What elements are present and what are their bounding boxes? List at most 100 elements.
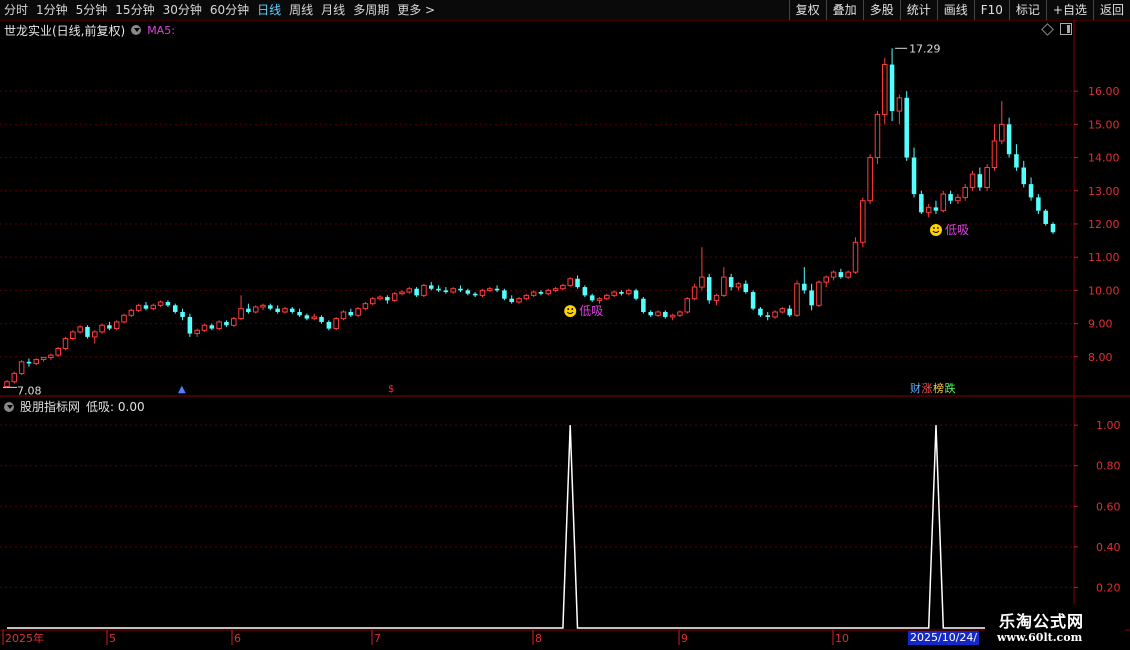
candle-body [619, 292, 624, 294]
candle-body [538, 292, 544, 294]
candle-body [465, 290, 471, 294]
candle-body [369, 298, 376, 305]
candle-body [282, 308, 288, 313]
candle-body [311, 316, 317, 320]
low-mark-label: 7.08 [17, 384, 42, 397]
candle-body [209, 325, 215, 329]
candle-body [436, 288, 441, 291]
candle-body [494, 288, 500, 291]
price-label: 16.00 [1088, 85, 1120, 98]
candle-body [290, 308, 295, 312]
candle-body [479, 289, 486, 296]
candle-body [552, 288, 559, 291]
candle-body [187, 316, 193, 334]
candle-body [48, 354, 54, 358]
event-tag: 榜 [933, 381, 944, 395]
candle-body [779, 308, 786, 313]
candle-body [889, 64, 895, 112]
candle-body [896, 97, 903, 112]
candle-body [399, 291, 405, 295]
candle-body [443, 290, 449, 293]
candle-body [750, 292, 756, 309]
price-label: 9.00 [1088, 318, 1113, 331]
candle-body [948, 194, 953, 201]
candle-body [355, 308, 361, 316]
indicator-axis-label: 0.80 [1096, 460, 1121, 473]
candle-body [919, 194, 924, 213]
candle-body [838, 272, 844, 278]
candle-body [787, 308, 792, 316]
candle-body [845, 271, 851, 278]
candlestick-chart[interactable]: 16.00 15.00 14.00 13.00 12.00 11.00 10.00 9.00 8… [0, 0, 1130, 650]
candle-body [1028, 184, 1034, 198]
indicator-axis-label: 0.60 [1096, 500, 1121, 513]
candle-body [648, 311, 653, 316]
candle-body [663, 311, 668, 317]
candle-body [728, 277, 734, 288]
candle-body [765, 315, 770, 317]
candle-body [377, 296, 383, 300]
candle-body [1036, 197, 1041, 211]
candle-body [55, 348, 61, 356]
indicator-line [7, 425, 1053, 629]
candle-body [216, 321, 222, 330]
candle-body [135, 304, 142, 311]
candle-body [911, 157, 917, 195]
signal-label: 低吸 [945, 223, 969, 237]
candle-body [252, 306, 259, 313]
date-label: 5 [109, 632, 116, 645]
candle-body [874, 113, 881, 159]
candle-body [809, 290, 814, 306]
signal-marker [564, 305, 577, 318]
candle-body [1021, 167, 1027, 185]
candle-body [589, 295, 595, 301]
event-tag: 跌 [945, 381, 956, 395]
candle-body [758, 308, 763, 316]
candle-body [604, 294, 610, 300]
candle-body [530, 291, 537, 296]
watermark-title: 乐淘公式网 [999, 612, 1085, 631]
candle-body [999, 123, 1005, 142]
candle-body [304, 315, 310, 319]
candle-body [802, 283, 807, 291]
price-label: 15.00 [1088, 118, 1120, 131]
candle-body [391, 293, 398, 301]
price-label: 13.00 [1088, 185, 1120, 198]
candle-body [955, 196, 961, 202]
candle-body [85, 326, 90, 337]
indicator-axis-label: 0.20 [1096, 581, 1121, 594]
candle-body [230, 318, 237, 326]
candle-body [502, 290, 507, 299]
candle-body [691, 286, 698, 300]
candle-body [567, 278, 573, 286]
candle-body [1043, 210, 1048, 224]
signal-marker [929, 224, 942, 237]
candle-body [340, 311, 347, 320]
candle-body [406, 288, 413, 293]
candle-body [969, 173, 976, 188]
candle-body [150, 304, 157, 310]
candle-body [92, 331, 98, 338]
candle-body [238, 308, 244, 320]
date-label: 6 [234, 632, 241, 645]
candle-body [107, 325, 112, 329]
candle-body [246, 308, 251, 312]
candle-body [143, 305, 149, 309]
candle-body [268, 305, 273, 309]
candle-body [414, 288, 419, 296]
candle-body [867, 157, 873, 202]
candle-body [713, 294, 720, 301]
candle-body [509, 298, 514, 303]
candle-body [860, 200, 866, 243]
candle-body [772, 311, 778, 318]
smiley-icon [929, 224, 942, 237]
candle-body [472, 293, 478, 296]
candle-body [421, 284, 427, 296]
candle-body [33, 358, 40, 364]
candle-body [706, 277, 712, 301]
candle-body [385, 297, 390, 301]
candle-body [925, 206, 932, 213]
candle-body [450, 288, 456, 293]
candle-body [297, 311, 302, 316]
date-label: 8 [535, 632, 542, 645]
